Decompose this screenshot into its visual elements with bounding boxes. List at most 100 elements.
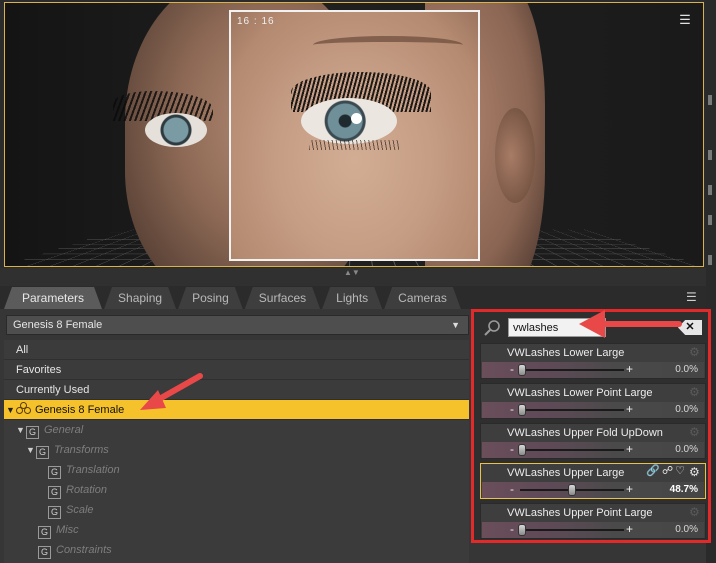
slider-rail: [520, 369, 624, 371]
tab-parameters[interactable]: Parameters: [4, 287, 102, 309]
pane-tabs: Parameters Shaping Posing Surfaces Light…: [4, 287, 463, 309]
eye-left: [145, 113, 207, 147]
parameter-slider[interactable]: VWLashes Upper Large 🔗☍♡ ⚙ - +48.7%: [480, 463, 706, 499]
tree-item-misc[interactable]: G Misc: [4, 520, 469, 540]
increment-button[interactable]: +: [626, 402, 633, 417]
tree-item-general[interactable]: ▼ G General: [4, 420, 469, 440]
decrement-button[interactable]: -: [510, 362, 514, 377]
increment-button[interactable]: +: [626, 482, 633, 497]
figure-icon: [16, 402, 32, 415]
slider-track[interactable]: - +48.7%: [482, 482, 704, 498]
tree-item-all[interactable]: All: [4, 340, 469, 360]
gear-icon[interactable]: ⚙: [689, 506, 701, 518]
slider-track[interactable]: - +0.0%: [482, 362, 704, 378]
tab-cameras[interactable]: Cameras: [384, 287, 461, 309]
tree-item-label: General: [44, 424, 84, 436]
increment-button[interactable]: +: [626, 362, 633, 377]
slider-value[interactable]: 0.0%: [675, 522, 698, 538]
tree-item-rotation[interactable]: G Rotation: [4, 480, 469, 500]
parameter-slider[interactable]: VWLashes Upper Fold UpDown ⚙ - +0.0%: [480, 423, 706, 459]
gear-icon[interactable]: ⚙: [689, 426, 701, 438]
parameter-slider[interactable]: VWLashes Upper Point Large ⚙ - +0.0%: [480, 503, 706, 539]
slider-value[interactable]: 48.7%: [670, 482, 698, 498]
daz-studio-window: 16 : 16 ☰ ▲▼ Parameters Shaping Posing S…: [0, 0, 716, 563]
splitter-grip-icon[interactable]: ▲▼: [344, 268, 360, 277]
3d-viewport[interactable]: 16 : 16 ☰: [4, 2, 704, 267]
slider-label: VWLashes Upper Fold UpDown: [507, 427, 663, 439]
node-select-dropdown[interactable]: Genesis 8 Female ▼: [6, 315, 469, 335]
slider-label: VWLashes Lower Large: [507, 347, 625, 359]
decrement-button[interactable]: -: [510, 522, 514, 537]
increment-button[interactable]: +: [626, 442, 633, 457]
node-select-value: Genesis 8 Female: [13, 319, 103, 331]
slider-value[interactable]: 0.0%: [675, 362, 698, 378]
decrement-button[interactable]: -: [510, 402, 514, 417]
tree-item-translation[interactable]: G Translation: [4, 460, 469, 480]
render-time: 16 : 16: [237, 16, 275, 27]
slider-thumb[interactable]: [518, 524, 526, 536]
gear-icon[interactable]: ⚙: [689, 386, 701, 398]
tree-item-label: Scale: [66, 504, 94, 516]
property-icons[interactable]: 🔗☍♡: [646, 465, 687, 478]
eye-highlight: [351, 113, 362, 124]
increment-button[interactable]: +: [626, 522, 633, 537]
property-group-tree: All Favorites Currently Used ▼ Genesis 8 …: [4, 340, 469, 563]
group-icon: G: [48, 466, 61, 479]
tree-item-label: Transforms: [54, 444, 109, 456]
decrement-button[interactable]: -: [510, 442, 514, 457]
slider-label: VWLashes Upper Large: [507, 467, 625, 479]
tree-item-favorites[interactable]: Favorites: [4, 360, 469, 380]
tree-item-constraints[interactable]: G Constraints: [4, 540, 469, 560]
tree-item-label: Constraints: [56, 544, 112, 556]
group-icon: G: [38, 526, 51, 539]
tree-item-label: Misc: [56, 524, 79, 536]
slider-label: VWLashes Lower Point Large: [507, 387, 653, 399]
gear-icon[interactable]: ⚙: [689, 346, 701, 358]
slider-track[interactable]: - +0.0%: [482, 402, 704, 418]
decrement-button[interactable]: -: [510, 482, 514, 497]
tree-item-label: Rotation: [66, 484, 107, 496]
parameter-slider[interactable]: VWLashes Lower Point Large ⚙ - +0.0%: [480, 383, 706, 419]
eye-closeup: [301, 98, 397, 144]
expand-triangle-icon[interactable]: ▼: [6, 400, 16, 420]
annotation-arrow-icon: [579, 310, 682, 338]
tree-item-label: Translation: [66, 464, 120, 476]
tree-item-label: Currently Used: [16, 384, 90, 396]
slider-value[interactable]: 0.0%: [675, 402, 698, 418]
ear: [495, 108, 535, 203]
group-icon: G: [38, 546, 51, 559]
slider-track[interactable]: - +0.0%: [482, 442, 704, 458]
group-icon: G: [48, 506, 61, 519]
slider-label: VWLashes Upper Point Large: [507, 507, 653, 519]
group-icon: G: [36, 446, 49, 459]
pane-splitter[interactable]: ▲▼: [0, 268, 706, 286]
slider-rail: [520, 409, 624, 411]
tab-posing[interactable]: Posing: [178, 287, 243, 309]
slider-thumb[interactable]: [518, 364, 526, 376]
tree-item-label: Genesis 8 Female: [35, 404, 125, 416]
slider-thumb[interactable]: [518, 444, 526, 456]
spot-render-region[interactable]: 16 : 16: [229, 10, 480, 261]
expand-triangle-icon[interactable]: ▼: [16, 420, 26, 440]
slider-thumb[interactable]: [567, 484, 576, 496]
tab-lights[interactable]: Lights: [322, 287, 382, 309]
expand-triangle-icon[interactable]: ▼: [26, 440, 36, 460]
slider-thumb[interactable]: [518, 404, 526, 416]
annotation-arrow-icon: [140, 373, 203, 410]
eyelash-lower: [309, 140, 399, 150]
tree-item-transforms[interactable]: ▼ G Transforms: [4, 440, 469, 460]
tree-item-genesis-8-female[interactable]: ▼ Genesis 8 Female: [4, 400, 469, 420]
tree-item-scale[interactable]: G Scale: [4, 500, 469, 520]
viewport-menu-icon[interactable]: ☰: [677, 13, 693, 27]
parameter-slider[interactable]: VWLashes Lower Large ⚙ - +0.0%: [480, 343, 706, 379]
tab-surfaces[interactable]: Surfaces: [245, 287, 320, 309]
tab-shaping[interactable]: Shaping: [104, 287, 176, 309]
pane-menu-icon[interactable]: ☰: [686, 290, 702, 304]
slider-track[interactable]: - +0.0%: [482, 522, 704, 538]
gear-icon[interactable]: ⚙: [689, 466, 701, 478]
tree-item-label: All: [16, 344, 29, 356]
slider-value[interactable]: 0.0%: [675, 442, 698, 458]
search-icon[interactable]: [482, 318, 502, 338]
eyebrow: [313, 36, 463, 54]
tree-item-currently-used[interactable]: Currently Used: [4, 380, 469, 400]
